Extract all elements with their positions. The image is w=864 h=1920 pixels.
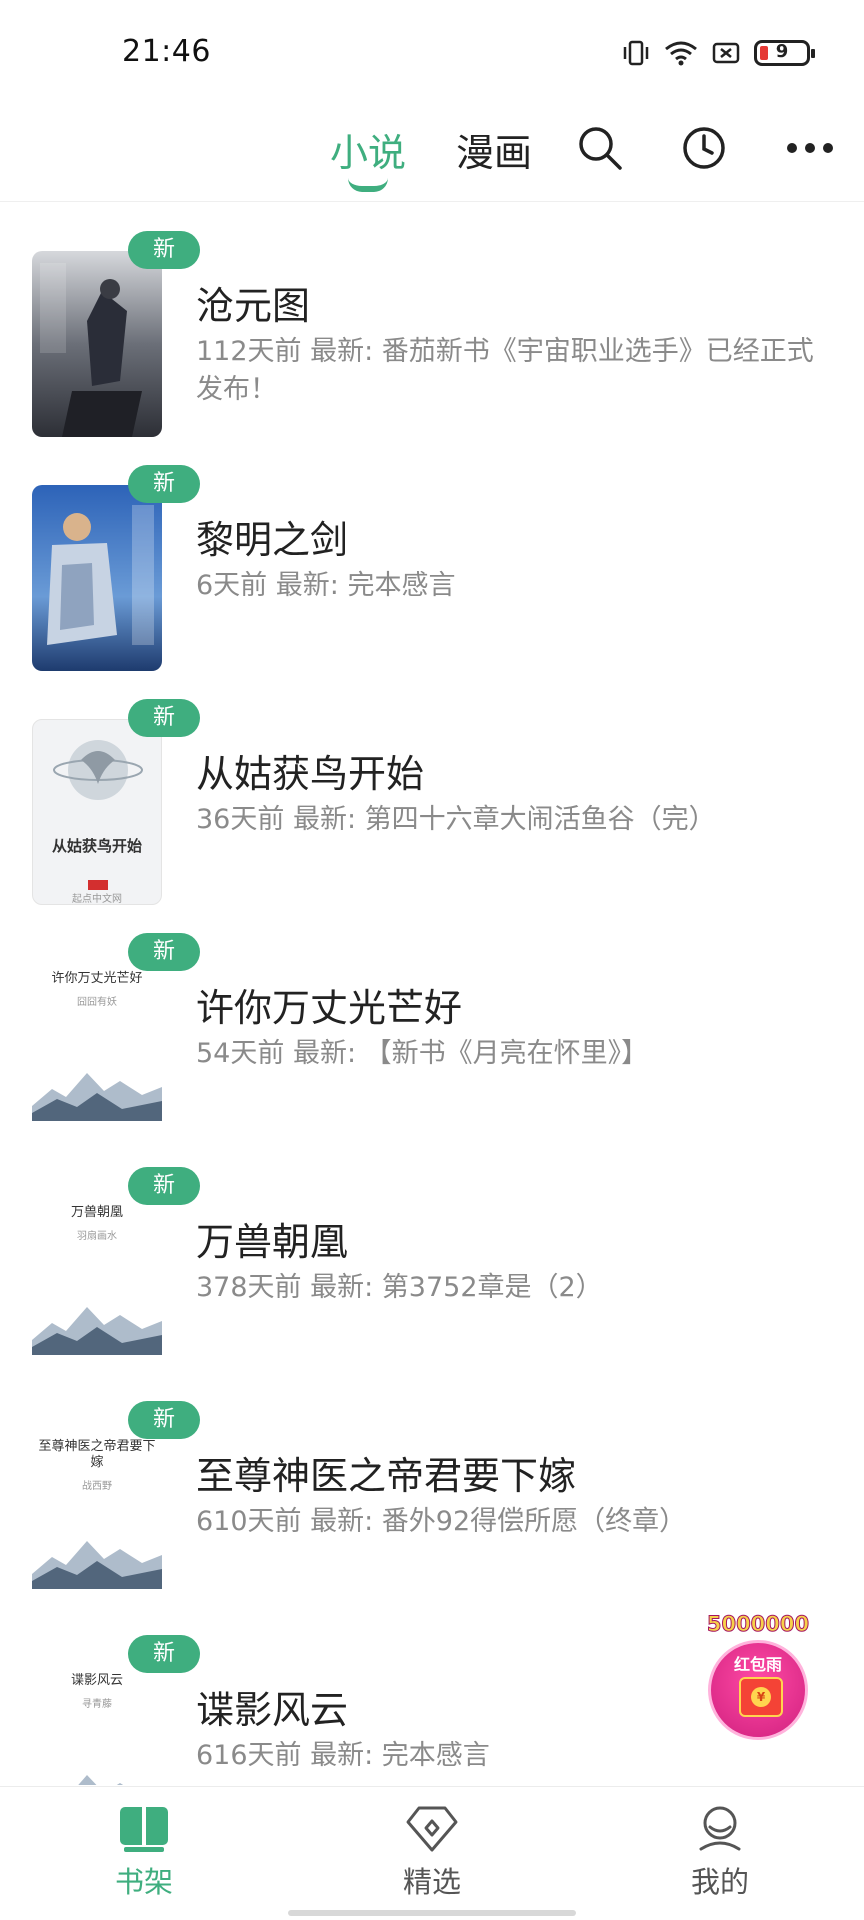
bottom-tab-mine[interactable]: 我的 <box>660 1805 780 1901</box>
book-latest-update: 112天前 最新: 番茄新书《宇宙职业选手》已经正式发布！ <box>196 336 814 405</box>
more-button[interactable] <box>784 122 836 174</box>
home-indicator[interactable] <box>288 1910 576 1916</box>
bottom-tab-label: 精选 <box>402 1865 461 1899</box>
cover-publisher: 起点中文网 <box>72 894 122 905</box>
top-nav: 小说 漫画 <box>0 104 864 202</box>
cover-title: 许你万丈光芒好 <box>51 971 143 986</box>
search-button[interactable] <box>574 122 626 174</box>
promo-label: 红包雨 <box>733 1655 782 1674</box>
more-icon <box>787 143 833 153</box>
battery-level: 9 <box>775 41 789 62</box>
book-cover-container[interactable]: 新 <box>32 231 200 437</box>
book-cover-container[interactable]: 万兽朝凰 羽扇画水 新 <box>32 1167 200 1373</box>
book-title[interactable]: 至尊神医之帝君要下嫁 <box>196 1445 576 1500</box>
promo-badge: 红包雨 ¥ <box>708 1640 808 1740</box>
book-cover-image <box>32 251 162 437</box>
battery-icon: 9 <box>754 40 815 66</box>
cover-title: 万兽朝凰 <box>70 1205 123 1220</box>
history-button[interactable] <box>678 122 730 174</box>
book-title[interactable]: 从姑获鸟开始 <box>196 743 424 798</box>
red-packet-promo-button[interactable]: 红包雨 ¥ 5000000 <box>702 1612 814 1740</box>
status-icons: 9 <box>622 38 815 68</box>
book-latest-update: 378天前 最新: 第3752章是（2） <box>196 1272 603 1303</box>
diamond-icon <box>406 1806 458 1852</box>
search-icon <box>579 127 622 170</box>
book-cover[interactable] <box>32 251 162 437</box>
book-cover-container[interactable]: 谍影风云 寻青藤 新 <box>32 1635 200 1785</box>
bookshelf-list[interactable]: 新 沧元图 112天前 最新: 番茄新书《宇宙职业选手》已经正式发布！ 新 黎明… <box>0 203 864 1785</box>
book-item-zhizun[interactable]: 至尊神医之帝君要下嫁 战西野 新 至尊神医之帝君要下嫁 610天前 最新: 番外… <box>0 1373 864 1607</box>
mountain-illustration <box>78 1775 124 1785</box>
book-latest-update: 54天前 最新: 【新书《月亮在怀里》】 <box>196 1038 649 1069</box>
active-tab-indicator <box>348 178 388 192</box>
status-time: 21:46 <box>122 34 211 69</box>
bottom-tab-bookshelf[interactable]: 书架 <box>84 1805 204 1901</box>
book-latest-update: 610天前 最新: 番外92得偿所愿（终章） <box>196 1506 687 1537</box>
promo-amount: 5000000 <box>706 1612 810 1637</box>
book-title[interactable]: 黎明之剑 <box>196 509 348 564</box>
cover-author: 战西野 <box>82 1481 112 1492</box>
cover-author: 寻青藤 <box>82 1699 112 1710</box>
book-cover-image <box>32 485 162 671</box>
book-latest-update: 36天前 最新: 第四十六章大闹活鱼谷（完） <box>196 804 716 835</box>
book-cover-container[interactable]: 新 <box>32 465 200 671</box>
wifi-icon <box>665 41 697 66</box>
status-bar: 21:46 9 <box>0 0 864 104</box>
book-item-cangyuantu[interactable]: 新 沧元图 112天前 最新: 番茄新书《宇宙职业选手》已经正式发布！ <box>0 203 864 437</box>
book-latest-update: 6天前 最新: 完本感言 <box>196 570 456 601</box>
cover-title: 谍影风云 <box>70 1673 123 1688</box>
book-cover[interactable]: 谍影风云 寻青藤 <box>32 1655 162 1785</box>
new-badge: 新 <box>128 465 200 503</box>
new-badge: 新 <box>128 231 200 269</box>
book-item-limingzhijian[interactable]: 新 黎明之剑 6天前 最新: 完本感言 <box>0 437 864 671</box>
new-badge: 新 <box>128 933 200 971</box>
book-cover[interactable]: 许你万丈光芒好 囧囧有妖 <box>32 953 162 1139</box>
mountain-illustration <box>32 1307 162 1355</box>
book-item-conggu[interactable]: 从姑获鸟开始 起点中文网 新 从姑获鸟开始 36天前 最新: 第四十六章大闹活鱼… <box>0 671 864 905</box>
coin-icon: ¥ <box>751 1687 771 1707</box>
mountain-illustration <box>32 1541 162 1589</box>
book-title[interactable]: 万兽朝凰 <box>196 1211 348 1266</box>
book-cover[interactable]: 从姑获鸟开始 起点中文网 <box>32 719 162 905</box>
book-cover[interactable]: 万兽朝凰 羽扇画水 <box>32 1187 162 1373</box>
book-title[interactable]: 沧元图 <box>196 275 310 330</box>
book-cover-container[interactable]: 从姑获鸟开始 起点中文网 新 <box>32 699 200 905</box>
history-clock-icon <box>683 127 725 169</box>
bottom-tab-label: 我的 <box>690 1865 749 1899</box>
book-cover[interactable] <box>32 485 162 671</box>
bottom-tab-picks[interactable]: 精选 <box>372 1805 492 1901</box>
book-cover-image <box>53 740 143 890</box>
book-cover[interactable]: 至尊神医之帝君要下嫁 战西野 <box>32 1421 162 1607</box>
cover-author: 囧囧有妖 <box>77 997 117 1008</box>
new-badge: 新 <box>128 1635 200 1673</box>
new-badge: 新 <box>128 1401 200 1439</box>
new-badge: 新 <box>128 699 200 737</box>
profile-icon <box>699 1806 741 1851</box>
bookshelf-icon <box>120 1807 168 1852</box>
book-cover-container[interactable]: 至尊神医之帝君要下嫁 战西野 新 <box>32 1401 200 1607</box>
book-item-xuni[interactable]: 许你万丈光芒好 囧囧有妖 新 许你万丈光芒好 54天前 最新: 【新书《月亮在怀… <box>0 905 864 1139</box>
cover-author: 羽扇画水 <box>77 1231 117 1242</box>
cover-title: 至尊神医之帝君要下嫁 <box>38 1439 156 1470</box>
book-latest-update: 616天前 最新: 完本感言 <box>196 1740 490 1771</box>
bottom-tab-label: 书架 <box>114 1865 173 1899</box>
book-cover-container[interactable]: 许你万丈光芒好 囧囧有妖 新 <box>32 933 200 1139</box>
cover-title: 从姑获鸟开始 <box>51 837 142 855</box>
sim-off-icon <box>712 42 740 64</box>
book-item-wanshou[interactable]: 万兽朝凰 羽扇画水 新 万兽朝凰 378天前 最新: 第3752章是（2） <box>0 1139 864 1373</box>
book-title[interactable]: 许你万丈光芒好 <box>196 977 462 1032</box>
tab-comic[interactable]: 漫画 <box>456 122 532 177</box>
new-badge: 新 <box>128 1167 200 1205</box>
mountain-illustration <box>32 1073 162 1121</box>
bottom-nav: 书架 精选 我的 <box>0 1786 864 1920</box>
book-title[interactable]: 谍影风云 <box>196 1679 348 1734</box>
vibrate-icon <box>623 40 649 66</box>
tab-novel[interactable]: 小说 <box>330 122 406 177</box>
